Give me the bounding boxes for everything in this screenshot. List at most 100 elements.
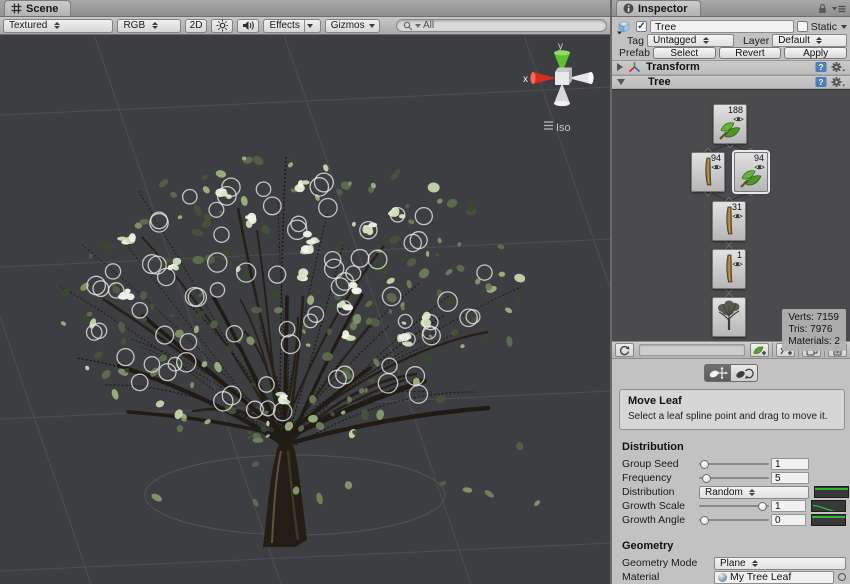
stat-materials: Materials: 2: [788, 336, 840, 348]
prefab-revert-button[interactable]: Revert: [719, 47, 782, 59]
help-book-icon[interactable]: ?: [815, 76, 827, 88]
tree-node-branch-group[interactable]: 31: [712, 201, 746, 241]
gameobject-header: ✓ Tree Static: [612, 17, 850, 34]
component-header-transform[interactable]: Transform ?: [612, 60, 850, 75]
active-checkbox[interactable]: ✓: [636, 21, 647, 32]
leaf-spline-point[interactable]: [256, 182, 270, 196]
tab-inspector[interactable]: Inspector: [616, 0, 701, 16]
leaf-spline-point[interactable]: [319, 199, 337, 217]
static-checkbox[interactable]: [797, 21, 808, 32]
prefab-apply-button[interactable]: Apply: [784, 47, 847, 59]
growth-angle-value[interactable]: 0: [771, 514, 806, 526]
tree-node-editor[interactable]: 188 94: [612, 89, 850, 341]
leaf-spline-point[interactable]: [269, 266, 286, 283]
group-seed-value[interactable]: 1: [771, 458, 809, 470]
orientation-gizmo[interactable]: y x: [490, 35, 610, 145]
leaf-spline-point[interactable]: [214, 227, 229, 242]
tree-node-leaf-group-selected[interactable]: 94: [734, 152, 768, 192]
projection-toggle[interactable]: Iso: [544, 122, 571, 134]
geometry-mode-label: Geometry Mode: [622, 557, 712, 569]
scene-viewport[interactable]: y x: [0, 35, 610, 584]
lock-icon[interactable]: [818, 3, 827, 14]
gizmo-axis-x[interactable]: [530, 72, 556, 84]
leaf-spline-point[interactable]: [331, 278, 349, 296]
growth-angle-curve-field[interactable]: [811, 514, 846, 526]
growth-scale-curve-field[interactable]: [811, 500, 846, 512]
group-seed-value-text: 1: [775, 459, 781, 470]
tree-node-root[interactable]: [712, 297, 746, 337]
gizmo-axis-down[interactable]: [554, 83, 570, 106]
color-channel-dropdown[interactable]: RGB: [117, 19, 180, 33]
help-book-icon[interactable]: ?: [815, 61, 827, 73]
group-seed-slider[interactable]: [699, 459, 769, 469]
growth-angle-slider[interactable]: [699, 515, 769, 525]
gameobject-name-field[interactable]: Tree: [650, 20, 794, 33]
leaf-spline-point[interactable]: [132, 374, 148, 390]
tab-scene[interactable]: Scene: [4, 0, 71, 16]
leaf-spline-point[interactable]: [92, 323, 107, 338]
leaf-spline-point[interactable]: [336, 273, 353, 290]
leaf-spline-point[interactable]: [158, 268, 175, 285]
audio-toggle-button[interactable]: [237, 19, 259, 33]
material-object-field[interactable]: My Tree Leaf: [714, 571, 834, 584]
tag-dropdown[interactable]: Untagged: [647, 34, 734, 47]
leaf-spline-point[interactable]: [410, 232, 427, 249]
gear-icon[interactable]: [831, 76, 845, 88]
growth-scale-slider[interactable]: [699, 501, 769, 511]
geometry-mode-dropdown[interactable]: Plane: [714, 557, 846, 570]
geometry-header: Geometry: [622, 540, 846, 552]
leaf-spline-point[interactable]: [210, 283, 224, 297]
tree-node-branch-group[interactable]: 1: [712, 249, 746, 289]
gear-icon[interactable]: [831, 61, 845, 73]
growth-angle-label: Growth Angle: [622, 514, 697, 526]
component-header-tree[interactable]: Tree ?: [612, 75, 850, 90]
gizmo-cube[interactable]: [555, 68, 572, 86]
updown-arrows-icon: [151, 22, 158, 29]
lighting-toggle-button[interactable]: [211, 19, 233, 33]
leaf-spline-point[interactable]: [310, 178, 328, 196]
leaf-spline-point[interactable]: [180, 334, 196, 350]
object-picker-icon[interactable]: [838, 573, 846, 581]
rotate-leaf-tool-button[interactable]: [731, 364, 758, 382]
chevron-down-icon[interactable]: [617, 79, 625, 85]
tree-node-leaf-group[interactable]: 188: [713, 104, 747, 144]
frequency-value[interactable]: 5: [771, 472, 809, 484]
render-mode-value: Textured: [9, 20, 47, 31]
leaf-spline-point[interactable]: [159, 364, 176, 381]
chevron-right-icon[interactable]: [617, 63, 623, 71]
scene-search-input[interactable]: All: [396, 19, 607, 32]
audio-icon: [242, 20, 254, 31]
segment-divider: [304, 20, 305, 32]
move-leaf-tool-button[interactable]: [704, 364, 731, 382]
layer-dropdown[interactable]: Default: [772, 34, 847, 47]
cube-icon[interactable]: [615, 19, 633, 35]
tree-node-branch-group[interactable]: 94: [691, 152, 725, 192]
leaf-spline-point[interactable]: [87, 276, 105, 294]
distribution-dropdown[interactable]: Random: [699, 486, 809, 499]
effects-dropdown[interactable]: Effects: [263, 19, 320, 33]
growth-scale-value[interactable]: 1: [771, 500, 806, 512]
leaf-spline-point[interactable]: [315, 173, 334, 192]
leaf-spline-point[interactable]: [144, 357, 159, 372]
leaf-spline-point[interactable]: [209, 202, 224, 217]
leaf-spline-point[interactable]: [398, 314, 412, 328]
stat-verts: Verts: 7159: [788, 312, 840, 324]
context-menu-icon[interactable]: [832, 4, 846, 14]
search-filter-caret-icon: [415, 24, 421, 28]
leaf-spline-point[interactable]: [410, 385, 428, 403]
gizmos-dropdown[interactable]: Gizmos: [325, 19, 380, 33]
toggle-2d-button[interactable]: 2D: [185, 19, 208, 33]
distribution-curve-field[interactable]: [814, 486, 849, 498]
leaf-spline-point[interactable]: [415, 208, 432, 225]
static-dropdown-caret-icon[interactable]: [841, 25, 847, 29]
frequency-slider[interactable]: [699, 473, 769, 483]
leaf-spline-point[interactable]: [264, 197, 282, 215]
leaf-spline-point[interactable]: [117, 349, 134, 366]
prefab-select-button[interactable]: Select: [653, 47, 716, 59]
frequency-value-text: 5: [775, 473, 781, 484]
leaf-spline-point[interactable]: [132, 303, 147, 318]
leaf-spline-point[interactable]: [105, 264, 120, 279]
render-mode-dropdown[interactable]: Textured: [3, 19, 113, 33]
tag-value: Untagged: [653, 35, 696, 46]
leaf-spline-point[interactable]: [183, 190, 197, 204]
